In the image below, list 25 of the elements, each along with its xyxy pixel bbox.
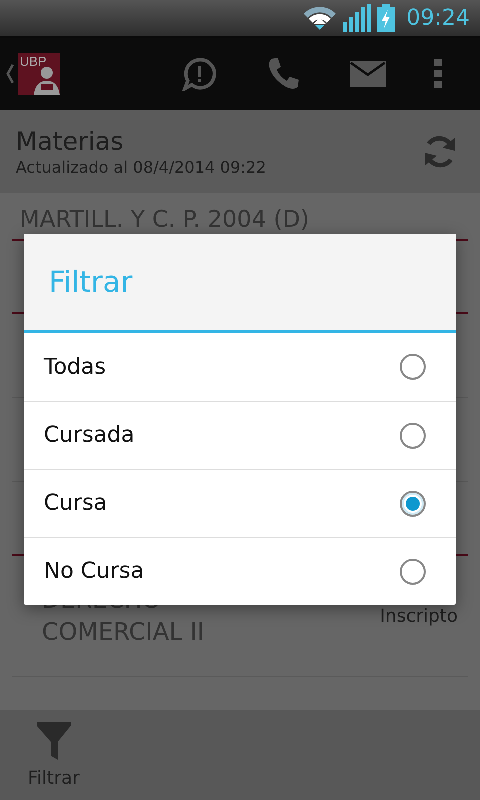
updated-text: Actualizado al 08/4/2014 09:22 bbox=[16, 158, 266, 176]
subject-status: Inscripto bbox=[380, 606, 458, 626]
radio-button[interactable] bbox=[400, 354, 426, 380]
alert-bubble-icon[interactable] bbox=[182, 57, 218, 91]
radio-button[interactable] bbox=[400, 422, 426, 448]
radio-button[interactable] bbox=[400, 558, 426, 584]
mail-icon[interactable] bbox=[350, 61, 386, 87]
filter-option[interactable]: Cursada bbox=[24, 401, 456, 469]
radio-button[interactable] bbox=[400, 490, 426, 516]
refresh-icon[interactable] bbox=[422, 134, 458, 170]
filter-option[interactable]: Cursa bbox=[24, 469, 456, 537]
filter-option[interactable]: Todas bbox=[24, 333, 456, 401]
back-caret-icon bbox=[6, 64, 14, 84]
battery-icon bbox=[376, 4, 395, 32]
filter-option[interactable]: No Cursa bbox=[24, 537, 456, 605]
overflow-menu-icon[interactable] bbox=[434, 59, 442, 89]
wifi-icon bbox=[302, 5, 337, 31]
page-title: Materias bbox=[16, 126, 125, 156]
clock-time: 09:24 bbox=[406, 6, 470, 30]
person-reading-icon bbox=[34, 65, 60, 95]
dialog-title: Filtrar bbox=[49, 265, 133, 299]
funnel-icon bbox=[36, 722, 71, 760]
logo-tile: UBP bbox=[18, 53, 60, 95]
signal-icon bbox=[342, 4, 371, 32]
app-logo-button[interactable]: UBP bbox=[0, 53, 60, 95]
